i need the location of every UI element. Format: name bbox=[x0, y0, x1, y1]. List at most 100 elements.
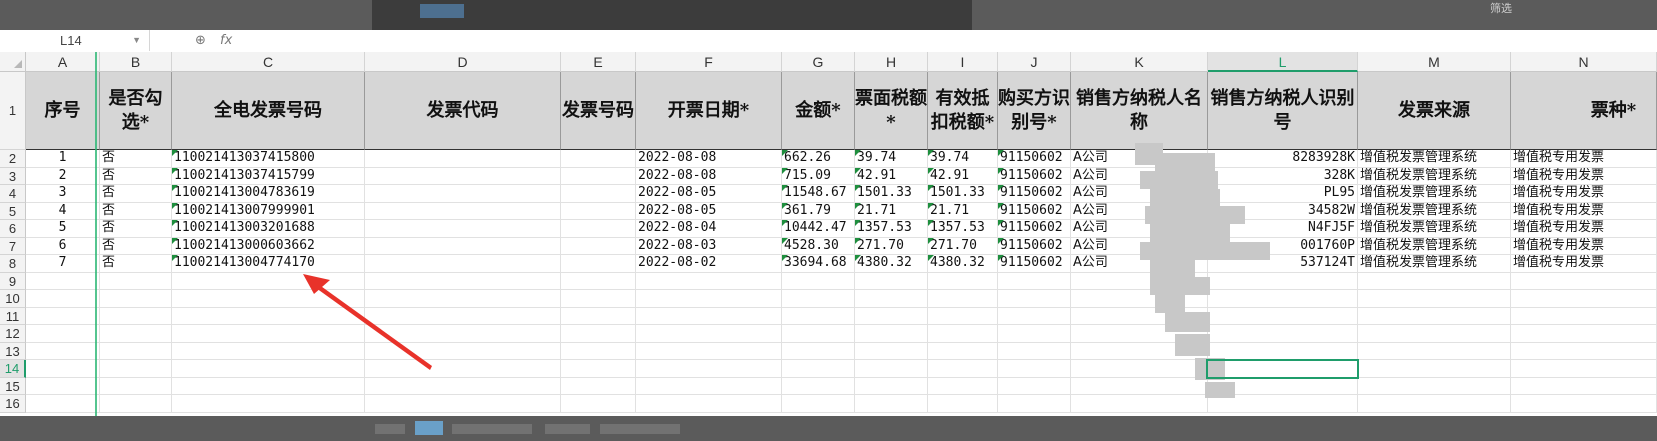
cell-empty[interactable] bbox=[365, 307, 561, 325]
column-header-c[interactable]: C bbox=[172, 52, 365, 72]
cell-a[interactable]: 2 bbox=[26, 167, 100, 185]
cell-empty[interactable] bbox=[365, 237, 561, 255]
select-all-corner[interactable] bbox=[0, 52, 26, 72]
cell-empty[interactable] bbox=[855, 307, 928, 325]
cell-empty[interactable] bbox=[998, 290, 1071, 308]
cell-g[interactable]: 662.26 bbox=[782, 150, 855, 168]
cell-g[interactable]: 11548.67 bbox=[782, 185, 855, 203]
cell-j[interactable]: 91150602 bbox=[998, 167, 1071, 185]
cell-i[interactable]: 21.71 bbox=[928, 202, 998, 220]
column-header-j[interactable]: J bbox=[998, 52, 1071, 72]
cell-f[interactable]: 2022-08-04 bbox=[636, 220, 782, 238]
cell-m[interactable]: 增值税发票管理系统 bbox=[1358, 167, 1511, 185]
cell-i[interactable]: 39.74 bbox=[928, 150, 998, 168]
cell-empty[interactable] bbox=[365, 360, 561, 378]
cell-empty[interactable] bbox=[928, 377, 998, 395]
row-header-6[interactable]: 6 bbox=[0, 220, 26, 238]
cell-empty[interactable] bbox=[100, 342, 172, 360]
cell-empty[interactable] bbox=[26, 290, 100, 308]
cell-empty[interactable] bbox=[1071, 360, 1208, 378]
cell-empty[interactable] bbox=[172, 290, 365, 308]
active-sheet-tab[interactable] bbox=[415, 421, 443, 435]
cell-i[interactable]: 1501.33 bbox=[928, 185, 998, 203]
cell-empty[interactable] bbox=[365, 255, 561, 273]
cell-empty[interactable] bbox=[1358, 325, 1511, 343]
cell-empty[interactable] bbox=[365, 185, 561, 203]
cell-empty[interactable] bbox=[782, 342, 855, 360]
cell-empty[interactable] bbox=[928, 395, 998, 413]
cell-b[interactable]: 否 bbox=[100, 202, 172, 220]
row-header-7[interactable]: 7 bbox=[0, 237, 26, 255]
cell-empty[interactable] bbox=[636, 325, 782, 343]
cell-empty[interactable] bbox=[1358, 290, 1511, 308]
cell-empty[interactable] bbox=[1208, 325, 1358, 343]
cell-c[interactable]: 110021413004783619 bbox=[172, 185, 365, 203]
chevron-down-icon[interactable]: ▼ bbox=[132, 30, 141, 51]
cell-a[interactable]: 1 bbox=[26, 150, 100, 168]
cell-empty[interactable] bbox=[172, 360, 365, 378]
cell-empty[interactable] bbox=[782, 290, 855, 308]
cell-empty[interactable] bbox=[26, 272, 100, 290]
cell-empty[interactable] bbox=[855, 395, 928, 413]
cell-empty[interactable] bbox=[928, 272, 998, 290]
cell-h[interactable]: 4380.32 bbox=[855, 255, 928, 273]
column-header-m[interactable]: M bbox=[1358, 52, 1511, 72]
column-header-k[interactable]: K bbox=[1071, 52, 1208, 72]
cell-empty[interactable] bbox=[561, 202, 636, 220]
cell-b[interactable]: 否 bbox=[100, 150, 172, 168]
cell-empty[interactable] bbox=[100, 395, 172, 413]
cell-empty[interactable] bbox=[561, 237, 636, 255]
cell-f[interactable]: 2022-08-03 bbox=[636, 237, 782, 255]
cell-m[interactable]: 增值税发票管理系统 bbox=[1358, 150, 1511, 168]
cell-empty[interactable] bbox=[782, 325, 855, 343]
cell-g[interactable]: 10442.47 bbox=[782, 220, 855, 238]
cell-empty[interactable] bbox=[172, 395, 365, 413]
cell-empty[interactable] bbox=[365, 395, 561, 413]
cell-m[interactable]: 增值税发票管理系统 bbox=[1358, 255, 1511, 273]
header-cell-m[interactable]: 发票来源 bbox=[1358, 72, 1511, 150]
cell-b[interactable]: 否 bbox=[100, 185, 172, 203]
cell-i[interactable]: 1357.53 bbox=[928, 220, 998, 238]
cell-empty[interactable] bbox=[172, 377, 365, 395]
cell-a[interactable]: 4 bbox=[26, 202, 100, 220]
cell-j[interactable]: 91150602 bbox=[998, 255, 1071, 273]
cell-empty[interactable] bbox=[782, 360, 855, 378]
cell-b[interactable]: 否 bbox=[100, 237, 172, 255]
cell-empty[interactable] bbox=[928, 307, 998, 325]
cell-empty[interactable] bbox=[782, 377, 855, 395]
cell-empty[interactable] bbox=[1511, 342, 1657, 360]
row-header-13[interactable]: 13 bbox=[0, 342, 26, 360]
cell-b[interactable]: 否 bbox=[100, 167, 172, 185]
cell-g[interactable]: 715.09 bbox=[782, 167, 855, 185]
cell-empty[interactable] bbox=[365, 220, 561, 238]
cell-empty[interactable] bbox=[365, 272, 561, 290]
cell-empty[interactable] bbox=[855, 272, 928, 290]
cell-i[interactable]: 271.70 bbox=[928, 237, 998, 255]
cell-g[interactable]: 33694.68 bbox=[782, 255, 855, 273]
cell-a[interactable]: 6 bbox=[26, 237, 100, 255]
cell-empty[interactable] bbox=[561, 220, 636, 238]
sheet-tab[interactable] bbox=[600, 424, 680, 434]
cell-empty[interactable] bbox=[998, 360, 1071, 378]
cell-empty[interactable] bbox=[561, 325, 636, 343]
zoom-icon[interactable]: ⊕ bbox=[195, 33, 206, 48]
cell-n[interactable]: 增值税专用发票 bbox=[1511, 220, 1657, 238]
cell-n[interactable]: 增值税专用发票 bbox=[1511, 237, 1657, 255]
cell-c[interactable]: 110021413003201688 bbox=[172, 220, 365, 238]
row-header-4[interactable]: 4 bbox=[0, 185, 26, 203]
header-cell-a[interactable]: 序号 bbox=[26, 72, 100, 150]
name-box[interactable]: L14 ▼ bbox=[0, 30, 150, 51]
cell-empty[interactable] bbox=[561, 360, 636, 378]
cell-h[interactable]: 39.74 bbox=[855, 150, 928, 168]
column-header-n[interactable]: N bbox=[1511, 52, 1657, 72]
row-header-3[interactable]: 3 bbox=[0, 167, 26, 185]
cell-empty[interactable] bbox=[1358, 342, 1511, 360]
header-cell-h[interactable]: 票面税额* bbox=[855, 72, 928, 150]
column-header-l[interactable]: L bbox=[1208, 52, 1358, 72]
cell-empty[interactable] bbox=[561, 185, 636, 203]
cell-j[interactable]: 91150602 bbox=[998, 150, 1071, 168]
cell-l[interactable]: 8283928K bbox=[1208, 150, 1358, 168]
cell-empty[interactable] bbox=[100, 290, 172, 308]
header-cell-b[interactable]: 是否勾选* bbox=[100, 72, 172, 150]
cell-a[interactable]: 7 bbox=[26, 255, 100, 273]
